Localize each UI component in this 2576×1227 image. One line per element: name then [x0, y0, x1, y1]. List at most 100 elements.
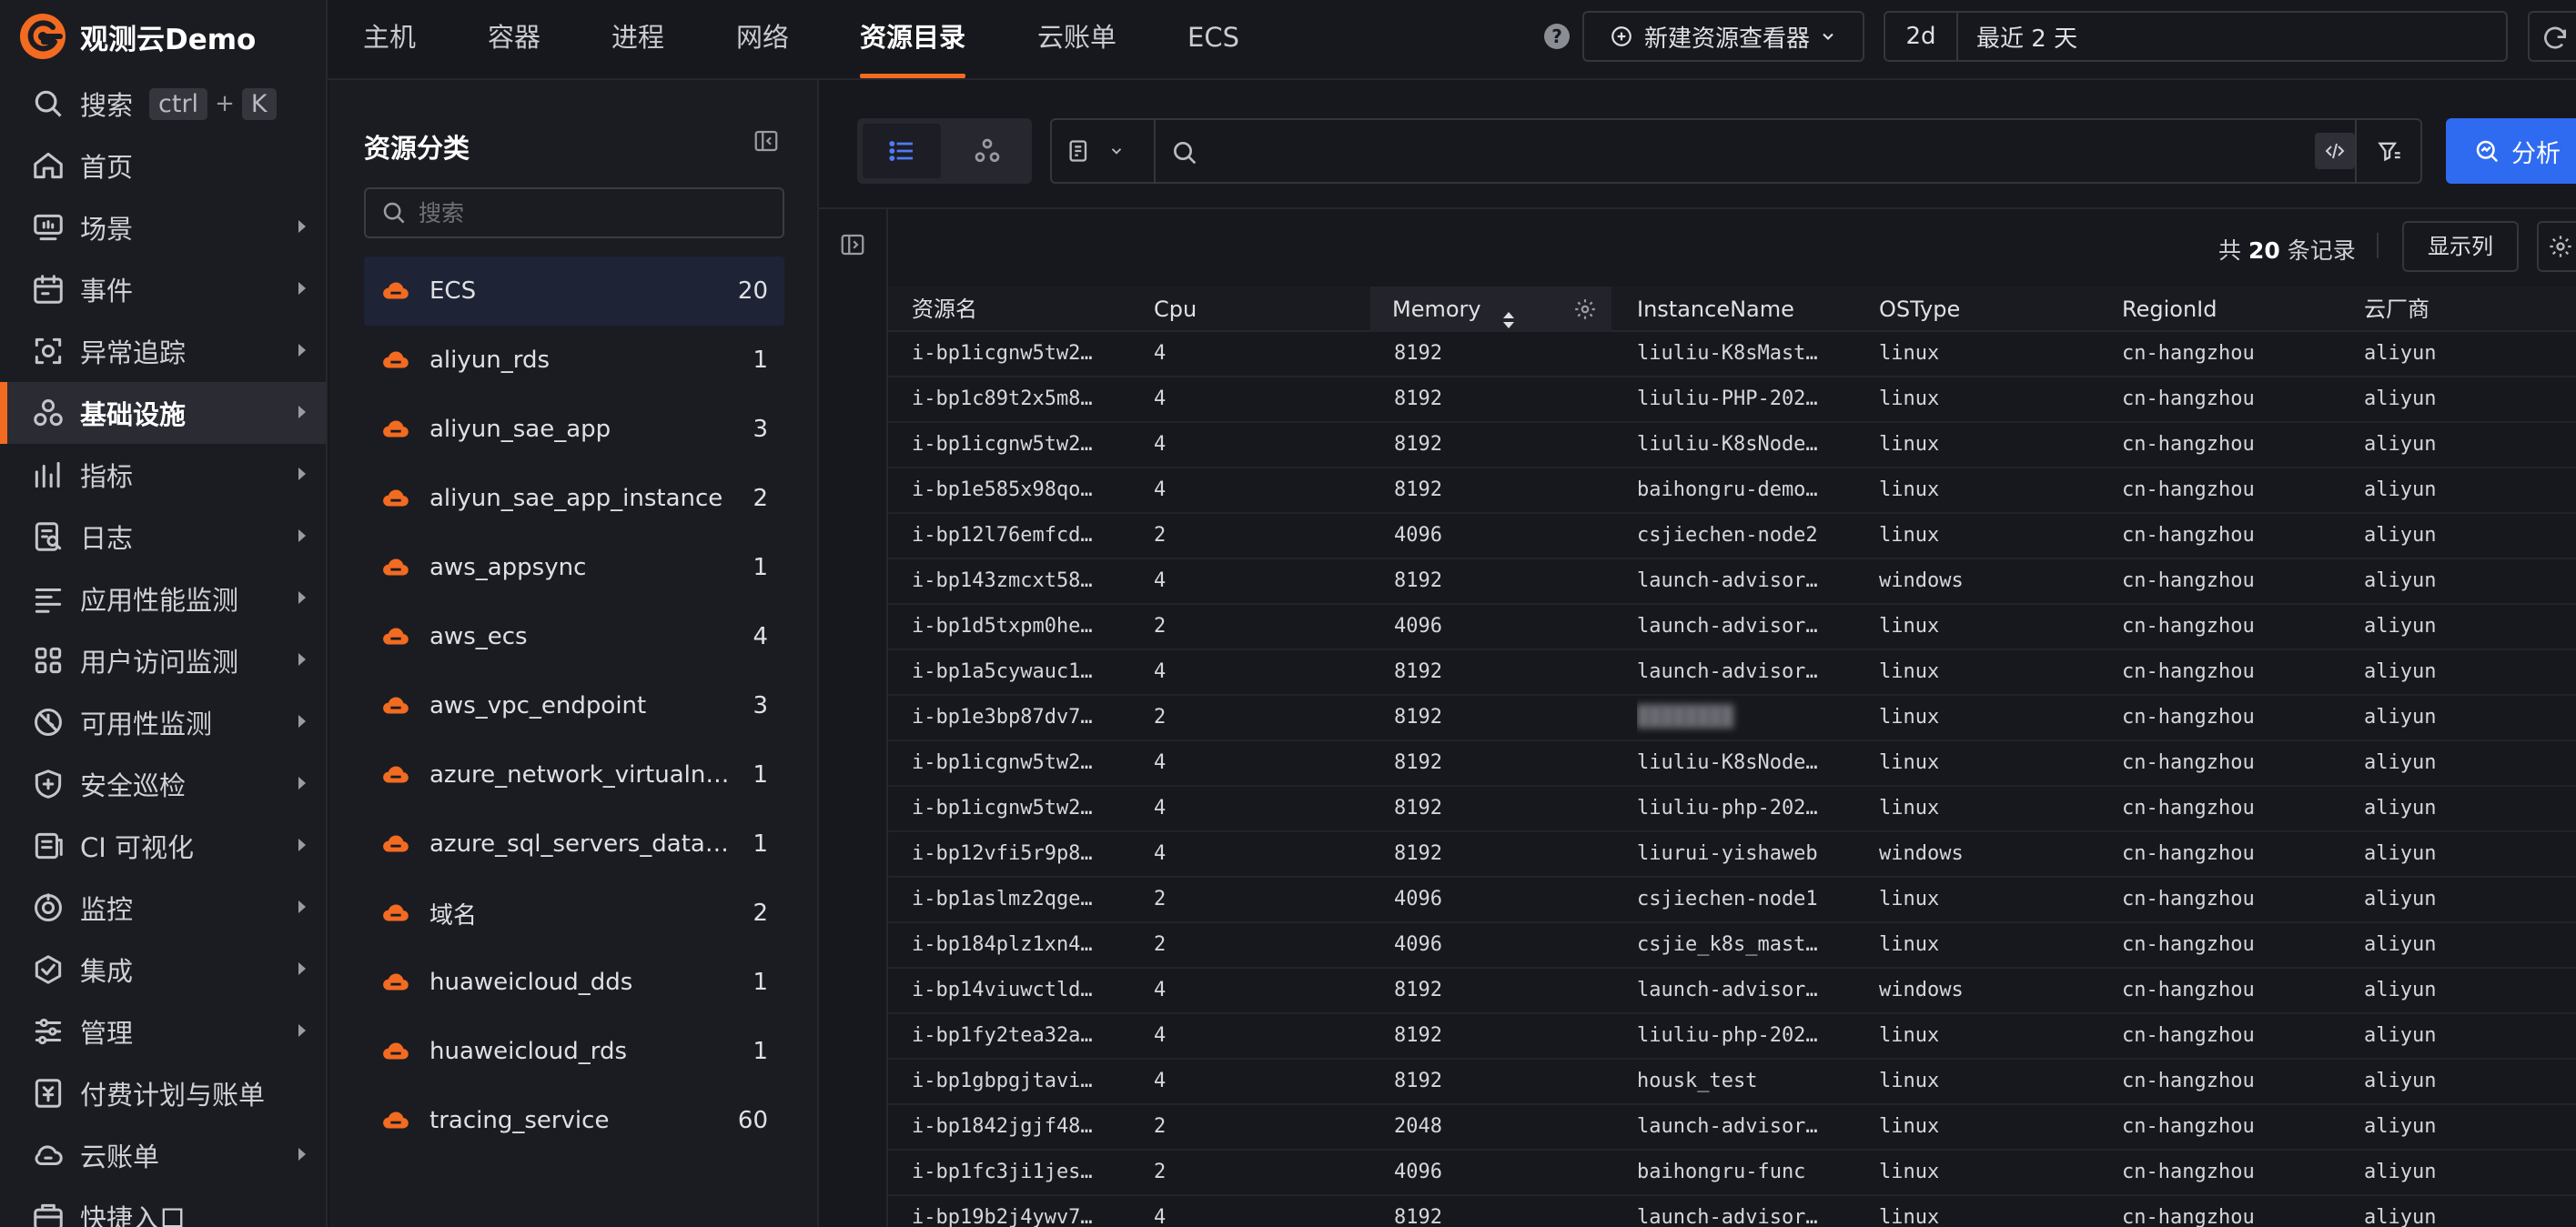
column-header-region-id[interactable]: RegionId — [2122, 287, 2304, 332]
table-row[interactable]: i-bp1d5txpm0he… 2 4096 launch-advisor… linux… — [888, 605, 2576, 650]
column-header-cloud-vendor[interactable]: 云厂商 — [2364, 287, 2546, 332]
table-row[interactable]: i-bp1icgnw5tw2… 4 8192 liuliu-K8sMast… linux… — [888, 332, 2576, 377]
time-range-short[interactable]: 2d — [1885, 13, 1958, 60]
cell-cloud-vendor: aliyun — [2364, 1206, 2437, 1227]
table-row[interactable]: i-bp19b2j4ywv7… 4 8192 launch-advisor… linux… — [888, 1196, 2576, 1227]
category-item[interactable]: aliyun_rds 1 — [364, 326, 784, 395]
category-item[interactable]: tracing_service 60 — [364, 1086, 784, 1155]
category-item[interactable]: aliyun_sae_app 3 — [364, 395, 784, 464]
tab-cloud-bill[interactable]: 云账单 — [1037, 0, 1116, 78]
sidebar-item-monitor[interactable]: 监控 — [0, 877, 326, 939]
table-row[interactable]: i-bp1icgnw5tw2… 4 8192 liuliu-K8sNode… linux… — [888, 423, 2576, 468]
tab-network[interactable]: 网络 — [736, 0, 789, 78]
table-row[interactable]: i-bp1a5cywauc1… 4 8192 launch-advisor… linux… — [888, 650, 2576, 696]
sidebar-item-billing[interactable]: 付费计划与账单 — [0, 1062, 326, 1124]
sidebar-item-settings-sliders[interactable]: 管理 — [0, 1001, 326, 1062]
cell-os-type: linux — [1879, 1024, 1940, 1047]
ci-icon — [31, 829, 66, 863]
sidebar-search[interactable]: 搜索 ctrl + K — [0, 73, 326, 135]
table-row[interactable]: i-bp1fy2tea32a… 4 8192 liuliu-php-202… linux… — [888, 1014, 2576, 1060]
column-header-instance-name[interactable]: InstanceName — [1637, 287, 1828, 332]
query-mode-dropdown[interactable] — [1052, 120, 1156, 182]
sidebar-item-calendar[interactable]: 事件 — [0, 258, 326, 320]
time-range-picker[interactable]: 2d 最近 2 天 — [1884, 11, 2508, 62]
tab-container[interactable]: 容器 — [488, 0, 540, 78]
caret-right-icon — [298, 777, 306, 790]
category-item[interactable]: aws_appsync 1 — [364, 533, 784, 602]
sidebar-item-home[interactable]: 首页 — [0, 135, 326, 196]
tab-resource-catalog[interactable]: 资源目录 — [860, 0, 966, 78]
table-row[interactable]: i-bp1icgnw5tw2… 4 8192 liuliu-php-202… linux… — [888, 787, 2576, 832]
sidebar-item-log[interactable]: 日志 — [0, 506, 326, 568]
tab-ecs[interactable]: ECS — [1187, 0, 1239, 78]
tab-process[interactable]: 进程 — [611, 0, 664, 78]
expand-panel-icon[interactable] — [839, 231, 866, 258]
table-row[interactable]: i-bp1gbpgjtavi… 4 8192 housk_test linux cn-ha… — [888, 1060, 2576, 1105]
record-count-suffix: 条记录 — [2287, 237, 2356, 264]
sidebar-item-dashboard[interactable]: 场景 — [0, 196, 326, 258]
table-row[interactable]: i-bp12vfi5r9p8… 4 8192 liurui-yishaweb windo… — [888, 832, 2576, 878]
sort-icon[interactable] — [1500, 300, 1517, 328]
table-row[interactable]: i-bp1aslmz2qge… 2 4096 csjiechen-node1 linux… — [888, 878, 2576, 923]
sidebar-item-shortcut[interactable]: 快捷入口 — [0, 1186, 326, 1227]
list-view-button[interactable] — [863, 124, 941, 178]
category-search[interactable] — [364, 187, 784, 238]
table-row[interactable]: i-bp143zmcxt58… 4 8192 launch-advisor… windo… — [888, 559, 2576, 605]
show-columns-button[interactable]: 显示列 — [2402, 221, 2519, 272]
column-header-cpu[interactable]: Cpu — [1154, 287, 1336, 332]
category-search-input[interactable] — [419, 199, 764, 226]
table-row[interactable]: i-bp1e3bp87dv7… 2 8192 ████████ linux cn-hang… — [888, 696, 2576, 741]
help-icon[interactable]: ? — [1544, 24, 1570, 49]
column-header-os-type[interactable]: OSType — [1879, 287, 2061, 332]
category-item[interactable]: huaweicloud_rds 1 — [364, 1017, 784, 1086]
cell-region-id: cn-hangzhou — [2122, 433, 2255, 456]
table-row[interactable]: i-bp12l76emfcd… 2 4096 csjiechen-node2 linux… — [888, 514, 2576, 559]
sidebar-item-bug-scan[interactable]: 异常追踪 — [0, 320, 326, 382]
category-item[interactable]: azure_sql_servers_databas... 1 — [364, 810, 784, 879]
record-separator — [2377, 233, 2379, 258]
sidebar-item-metrics[interactable]: 指标 — [0, 444, 326, 506]
sidebar-item-ci[interactable]: CI 可视化 — [0, 815, 326, 877]
cell-instance-name: launch-advisor… — [1637, 979, 1818, 1001]
table-row[interactable]: i-bp14viuwctld… 4 8192 launch-advisor… windo… — [888, 969, 2576, 1014]
table-row[interactable]: i-bp1fc3ji1jes… 2 4096 baihongru-func linux c… — [888, 1151, 2576, 1196]
sidebar-item-integration[interactable]: 集成 — [0, 939, 326, 1001]
category-item[interactable]: ECS 20 — [364, 256, 784, 326]
sidebar-item-cloud-bill[interactable]: 云账单 — [0, 1124, 326, 1186]
column-settings-icon[interactable] — [1573, 297, 1597, 321]
table-row[interactable]: i-bp1e585x98qo… 4 8192 baihongru-demo… linux… — [888, 468, 2576, 514]
topology-view-button[interactable] — [948, 124, 1026, 178]
filter-button[interactable] — [2355, 120, 2422, 182]
table-row[interactable]: i-bp1842jgjf48… 2 2048 launch-advisor… linux… — [888, 1105, 2576, 1151]
sidebar-item-availability[interactable]: 可用性监测 — [0, 691, 326, 753]
column-header-resource-name[interactable]: 资源名 — [912, 287, 1103, 332]
new-resource-viewer-button[interactable]: 新建资源查看器 — [1582, 11, 1864, 62]
table-row[interactable]: i-bp1c89t2x5m8… 4 8192 liuliu-PHP-202… linux… — [888, 377, 2576, 423]
code-mode-button[interactable] — [2315, 133, 2355, 169]
sidebar-item-infrastructure[interactable]: 基础设施 — [0, 382, 326, 444]
sidebar-item-rum[interactable]: 用户访问监测 — [0, 629, 326, 691]
table-row[interactable]: i-bp1icgnw5tw2… 4 8192 liuliu-K8sNode… linux… — [888, 741, 2576, 787]
collapse-panel-icon[interactable] — [753, 127, 780, 155]
category-count: 1 — [753, 969, 768, 996]
category-item[interactable]: huaweicloud_dds 1 — [364, 948, 784, 1017]
tab-host[interactable]: 主机 — [363, 0, 416, 78]
integration-icon — [31, 952, 66, 987]
sidebar-menu: 首页 场景 事件 异常追踪 基础设施 指标 日志 应用性能监测 用户访问监测 可用性监测 安全巡检 C… — [0, 135, 326, 1227]
sidebar-item-shield[interactable]: 安全巡检 — [0, 753, 326, 815]
refresh-button[interactable] — [2528, 11, 2576, 62]
brand[interactable]: 观测云Demo — [0, 0, 326, 73]
view-mode-toggle — [857, 118, 1032, 184]
category-item[interactable]: aws_ecs 4 — [364, 602, 784, 671]
category-item[interactable]: 域名 2 — [364, 879, 784, 948]
sidebar-item-apm[interactable]: 应用性能监测 — [0, 568, 326, 629]
table-settings-button[interactable] — [2537, 221, 2576, 272]
query-input[interactable] — [1214, 133, 2215, 169]
category-item[interactable]: azure_network_virtualnet... 1 — [364, 740, 784, 810]
analyze-button[interactable]: 分析 — [2446, 118, 2576, 184]
category-item[interactable]: aws_vpc_endpoint 3 — [364, 671, 784, 740]
cell-cpu: 4 — [1154, 1024, 1167, 1047]
category-item[interactable]: aliyun_sae_app_instance 2 — [364, 464, 784, 533]
table-row[interactable]: i-bp184plz1xn4… 2 4096 csjie_k8s_mast… linux… — [888, 923, 2576, 969]
category-count: 2 — [753, 485, 768, 512]
